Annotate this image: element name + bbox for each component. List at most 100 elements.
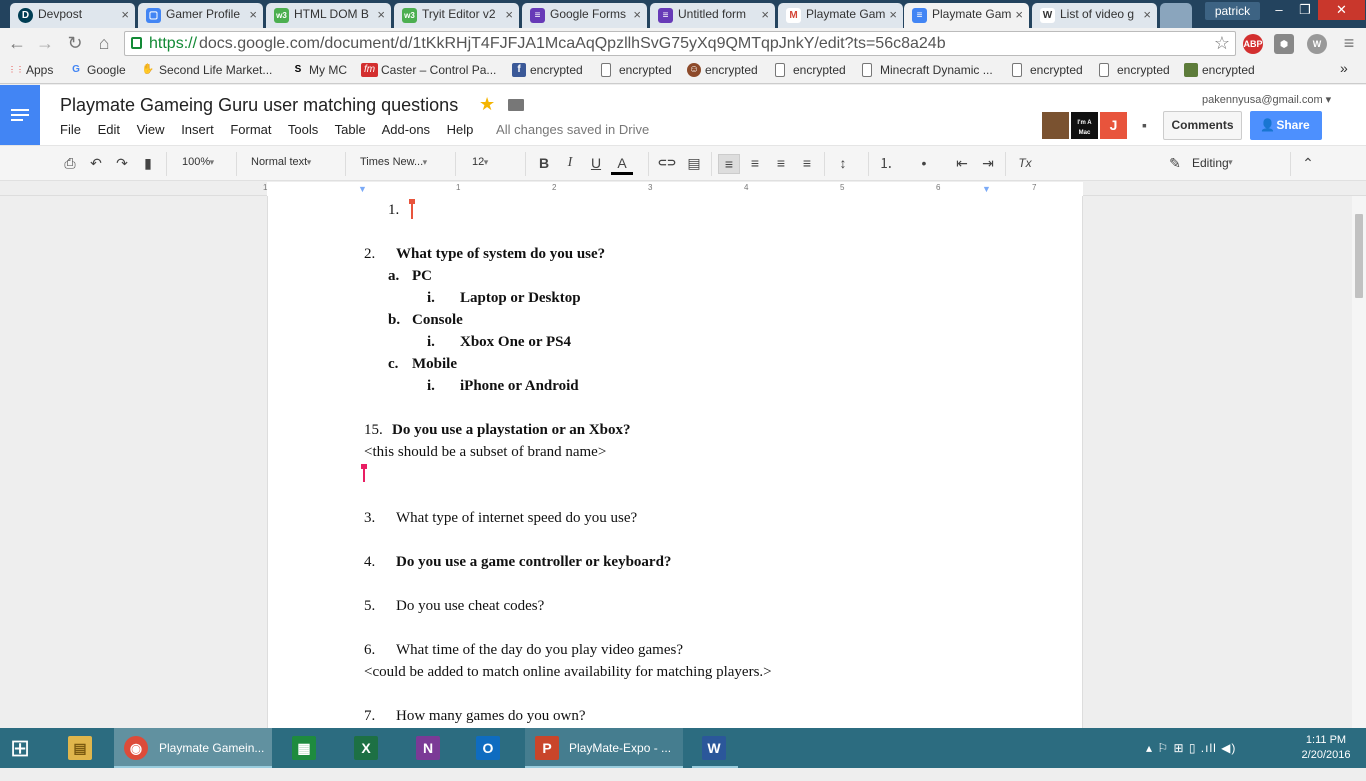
- taskbar-onenote[interactable]: N: [406, 728, 452, 768]
- bookmark-encrypted-7[interactable]: encrypted: [1184, 63, 1255, 77]
- clock[interactable]: 1:11 PM 2/20/2016: [1296, 733, 1356, 763]
- menu-insert[interactable]: Insert: [181, 122, 214, 137]
- bookmark-encrypted-2[interactable]: encrypted: [601, 63, 672, 77]
- system-tray-icons[interactable]: ▴ ⚐ ⊞ ▯ .ıll ◀): [1146, 741, 1236, 781]
- option-text[interactable]: iPhone or Android: [460, 378, 579, 395]
- right-indent-marker-icon[interactable]: ▼: [982, 184, 991, 194]
- star-icon[interactable]: ★: [479, 94, 495, 115]
- bookmark-my-mc[interactable]: S My MC: [291, 63, 347, 77]
- font-select[interactable]: Times New...: [360, 156, 427, 168]
- bookmark-minecraft-dynamic[interactable]: Minecraft Dynamic ...: [862, 63, 993, 77]
- save-status[interactable]: All changes saved in Drive: [496, 122, 649, 137]
- bold-button[interactable]: B: [533, 154, 555, 172]
- new-tab-button[interactable]: [1160, 3, 1192, 28]
- extension-icon[interactable]: ⬢: [1274, 34, 1294, 54]
- editing-mode-select[interactable]: Editing: [1192, 156, 1232, 170]
- close-icon[interactable]: ×: [377, 7, 385, 22]
- style-select[interactable]: Normal text: [251, 156, 312, 168]
- document-title[interactable]: Playmate Gameing Guru user matching ques…: [60, 95, 458, 116]
- tab-html-dom[interactable]: w3 HTML DOM B ×: [266, 3, 391, 28]
- question-text[interactable]: How many games do you own?: [396, 708, 586, 725]
- comment-icon[interactable]: ▤: [683, 154, 705, 172]
- indent-marker-icon[interactable]: ▼: [358, 184, 367, 194]
- clear-formatting-icon[interactable]: Tx: [1014, 154, 1036, 172]
- collaborator-avatar[interactable]: [1042, 112, 1069, 139]
- chat-icon[interactable]: ▪: [1131, 112, 1158, 139]
- tab-gamer-profile[interactable]: ▢ Gamer Profile ×: [138, 3, 263, 28]
- bookmark-second-life[interactable]: ✋ Second Life Market...: [141, 63, 273, 77]
- close-icon[interactable]: ×: [633, 7, 641, 22]
- tab-google-forms[interactable]: ≡ Google Forms ×: [522, 3, 647, 28]
- bookmark-encrypted-3[interactable]: ☺ encrypted: [687, 63, 758, 77]
- menu-file[interactable]: File: [60, 122, 81, 137]
- numbered-list-icon[interactable]: ⒈: [875, 154, 897, 172]
- tab-tryit-editor[interactable]: w3 Tryit Editor v2 ×: [394, 3, 519, 28]
- note-text[interactable]: <could be added to match online availabi…: [364, 664, 772, 681]
- menu-addons[interactable]: Add-ons: [382, 122, 430, 137]
- more-bookmarks-button[interactable]: »: [1340, 60, 1348, 76]
- docs-menu-icon[interactable]: [0, 85, 40, 145]
- taskbar-chrome[interactable]: ◉ Playmate Gamein...: [114, 728, 272, 768]
- scrollbar-thumb[interactable]: [1355, 214, 1363, 298]
- minimize-button[interactable]: –: [1266, 0, 1292, 20]
- taskbar-outlook[interactable]: O: [466, 728, 512, 768]
- undo-icon[interactable]: ↶: [85, 154, 107, 172]
- paint-format-icon[interactable]: ▮: [137, 154, 159, 172]
- extension-w-icon[interactable]: W: [1307, 34, 1327, 54]
- adblock-icon[interactable]: ABP: [1243, 34, 1263, 54]
- account-email[interactable]: pakennyusa@gmail.com ▾: [1202, 93, 1331, 106]
- collaborator-avatar[interactable]: J: [1100, 112, 1127, 139]
- italic-button[interactable]: I: [559, 154, 581, 172]
- collapse-icon[interactable]: ⌃: [1297, 154, 1319, 172]
- align-right-icon[interactable]: ≡: [770, 154, 792, 172]
- home-button[interactable]: ⌂: [93, 33, 115, 53]
- list-item[interactable]: 2.: [364, 246, 375, 263]
- close-icon[interactable]: ×: [249, 7, 257, 22]
- taskbar-store[interactable]: ▦: [282, 728, 328, 768]
- back-button[interactable]: ←: [6, 33, 28, 53]
- taskbar-word[interactable]: W: [692, 728, 738, 768]
- close-icon[interactable]: ×: [121, 7, 129, 22]
- chrome-menu-icon[interactable]: ≡: [1338, 33, 1360, 53]
- bookmark-apps[interactable]: ⋮⋮ Apps: [8, 63, 53, 77]
- menu-tools[interactable]: Tools: [288, 122, 318, 137]
- align-left-icon[interactable]: ≡: [718, 154, 740, 174]
- folder-icon[interactable]: [508, 99, 524, 111]
- taskbar-powerpoint[interactable]: P PlayMate-Expo - ...: [525, 728, 683, 768]
- tab-playmate-doc[interactable]: ≡ Playmate Gam ×: [904, 3, 1029, 29]
- option-text[interactable]: Xbox One or PS4: [460, 334, 571, 351]
- close-icon[interactable]: ×: [761, 7, 769, 22]
- taskbar-excel[interactable]: X: [344, 728, 390, 768]
- tab-gmail-playmate[interactable]: M Playmate Gam ×: [778, 3, 903, 28]
- text-color-button[interactable]: A: [611, 154, 633, 175]
- redo-icon[interactable]: ↷: [111, 154, 133, 172]
- vertical-scrollbar[interactable]: [1352, 196, 1366, 728]
- link-icon[interactable]: ⊂⊃: [656, 154, 678, 172]
- profile-button[interactable]: patrick: [1205, 2, 1260, 20]
- address-bar[interactable]: https:// docs.google.com/document/d/1tKk…: [124, 31, 1236, 56]
- close-icon[interactable]: ×: [889, 7, 897, 22]
- bookmark-encrypted-6[interactable]: encrypted: [1099, 63, 1170, 77]
- menu-table[interactable]: Table: [335, 122, 366, 137]
- bookmark-google[interactable]: G Google: [69, 63, 126, 77]
- tab-devpost[interactable]: D Devpost ×: [10, 3, 135, 28]
- question-text[interactable]: Do you use cheat codes?: [396, 598, 544, 615]
- question-text[interactable]: What type of internet speed do you use?: [396, 510, 637, 527]
- forward-button[interactable]: →: [34, 33, 56, 53]
- align-center-icon[interactable]: ≡: [744, 154, 766, 172]
- taskbar-file-explorer[interactable]: ▤: [60, 728, 102, 768]
- restore-button[interactable]: ❐: [1292, 0, 1318, 20]
- list-item[interactable]: 1.: [388, 202, 399, 219]
- option-text[interactable]: Console: [412, 312, 463, 329]
- line-spacing-icon[interactable]: ↕: [832, 154, 854, 172]
- menu-help[interactable]: Help: [447, 122, 474, 137]
- bookmark-star-icon[interactable]: ☆: [1214, 33, 1230, 54]
- underline-button[interactable]: U: [585, 154, 607, 172]
- ruler[interactable]: 1 1 2 3 4 5 6 7 ▼ ▼: [0, 182, 1366, 196]
- share-button[interactable]: 👤 Share: [1250, 111, 1322, 140]
- tab-wikipedia[interactable]: W List of video g ×: [1032, 3, 1157, 28]
- indent-icon[interactable]: ⇥: [977, 154, 999, 172]
- font-size-select[interactable]: 12: [472, 156, 489, 168]
- close-icon[interactable]: ×: [1015, 7, 1023, 22]
- close-icon[interactable]: ×: [505, 7, 513, 22]
